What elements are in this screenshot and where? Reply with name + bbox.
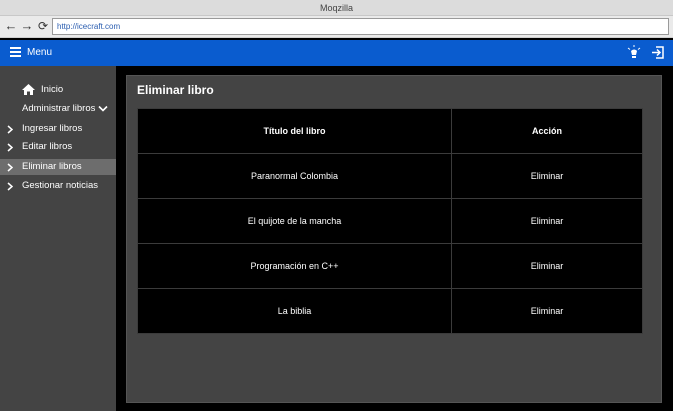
sidebar-item-label: Eliminar libros — [22, 161, 82, 172]
reload-icon[interactable]: ⟳ — [36, 19, 50, 33]
book-title-cell: La biblia — [138, 289, 452, 334]
sidebar-item-label: Administrar libros — [22, 103, 96, 114]
chevron-right-icon — [7, 163, 13, 172]
chevron-right-icon — [7, 143, 13, 152]
chevron-down-icon — [98, 105, 108, 112]
table-header-row: Título del libro Acción — [138, 109, 642, 154]
book-title-cell: Programación en C++ — [138, 244, 452, 289]
forward-arrow-icon[interactable]: → — [20, 19, 34, 33]
column-header-action: Acción — [531, 126, 562, 136]
sidebar-item-label: Ingresar libros — [22, 123, 83, 134]
sidebar-item-editar-libros[interactable]: Editar libros — [0, 139, 116, 155]
delete-book-button[interactable]: Eliminar — [452, 289, 642, 334]
table-row: Paranormal Colombia Eliminar — [138, 154, 642, 199]
book-title-cell: El quijote de la mancha — [138, 199, 452, 244]
hamburger-menu-icon[interactable] — [10, 47, 21, 58]
menu-label[interactable]: Menu — [27, 47, 52, 58]
sidebar: Inicio Administrar libros Ingresar libro… — [0, 66, 116, 411]
book-title-cell: Paranormal Colombia — [138, 154, 452, 199]
sidebar-item-eliminar-libros[interactable]: Eliminar libros — [0, 159, 116, 175]
window-title: Moqzilla — [0, 0, 673, 16]
table-row: Programación en C++ Eliminar — [138, 244, 642, 289]
url-input[interactable]: http://icecraft.com — [52, 18, 669, 35]
home-icon — [22, 84, 35, 95]
sidebar-item-label: Inicio — [41, 84, 64, 95]
back-arrow-icon[interactable]: ← — [4, 19, 18, 33]
logout-icon[interactable] — [651, 45, 665, 60]
app-header: Menu — [0, 40, 673, 66]
table-row: La biblia Eliminar — [138, 289, 642, 334]
delete-book-button[interactable]: Eliminar — [452, 154, 642, 199]
column-header-title: Título del libro — [138, 109, 452, 154]
delete-book-button[interactable]: Eliminar — [452, 199, 642, 244]
chevron-right-icon — [7, 182, 13, 191]
content-panel: Eliminar libro Título del libro Acción P… — [126, 75, 662, 403]
sidebar-item-administrar-libros[interactable]: Administrar libros — [0, 101, 116, 117]
delete-book-button[interactable]: Eliminar — [452, 244, 642, 289]
sidebar-item-inicio[interactable]: Inicio — [0, 82, 116, 98]
lightbulb-icon[interactable] — [627, 45, 641, 60]
sidebar-item-label: Gestionar noticias — [22, 180, 99, 191]
table-row: El quijote de la mancha Eliminar — [138, 199, 642, 244]
books-table: Título del libro Acción Paranormal Colom… — [137, 108, 643, 334]
sidebar-item-label: Editar libros — [22, 141, 73, 152]
browser-toolbar: ← → ⟳ http://icecraft.com — [0, 16, 673, 38]
sidebar-item-ingresar-libros[interactable]: Ingresar libros — [0, 121, 116, 137]
chevron-right-icon — [7, 125, 13, 134]
sidebar-item-gestionar-noticias[interactable]: Gestionar noticias — [0, 178, 116, 194]
main-content: Eliminar libro Título del libro Acción P… — [116, 66, 673, 411]
page-title: Eliminar libro — [137, 83, 214, 97]
